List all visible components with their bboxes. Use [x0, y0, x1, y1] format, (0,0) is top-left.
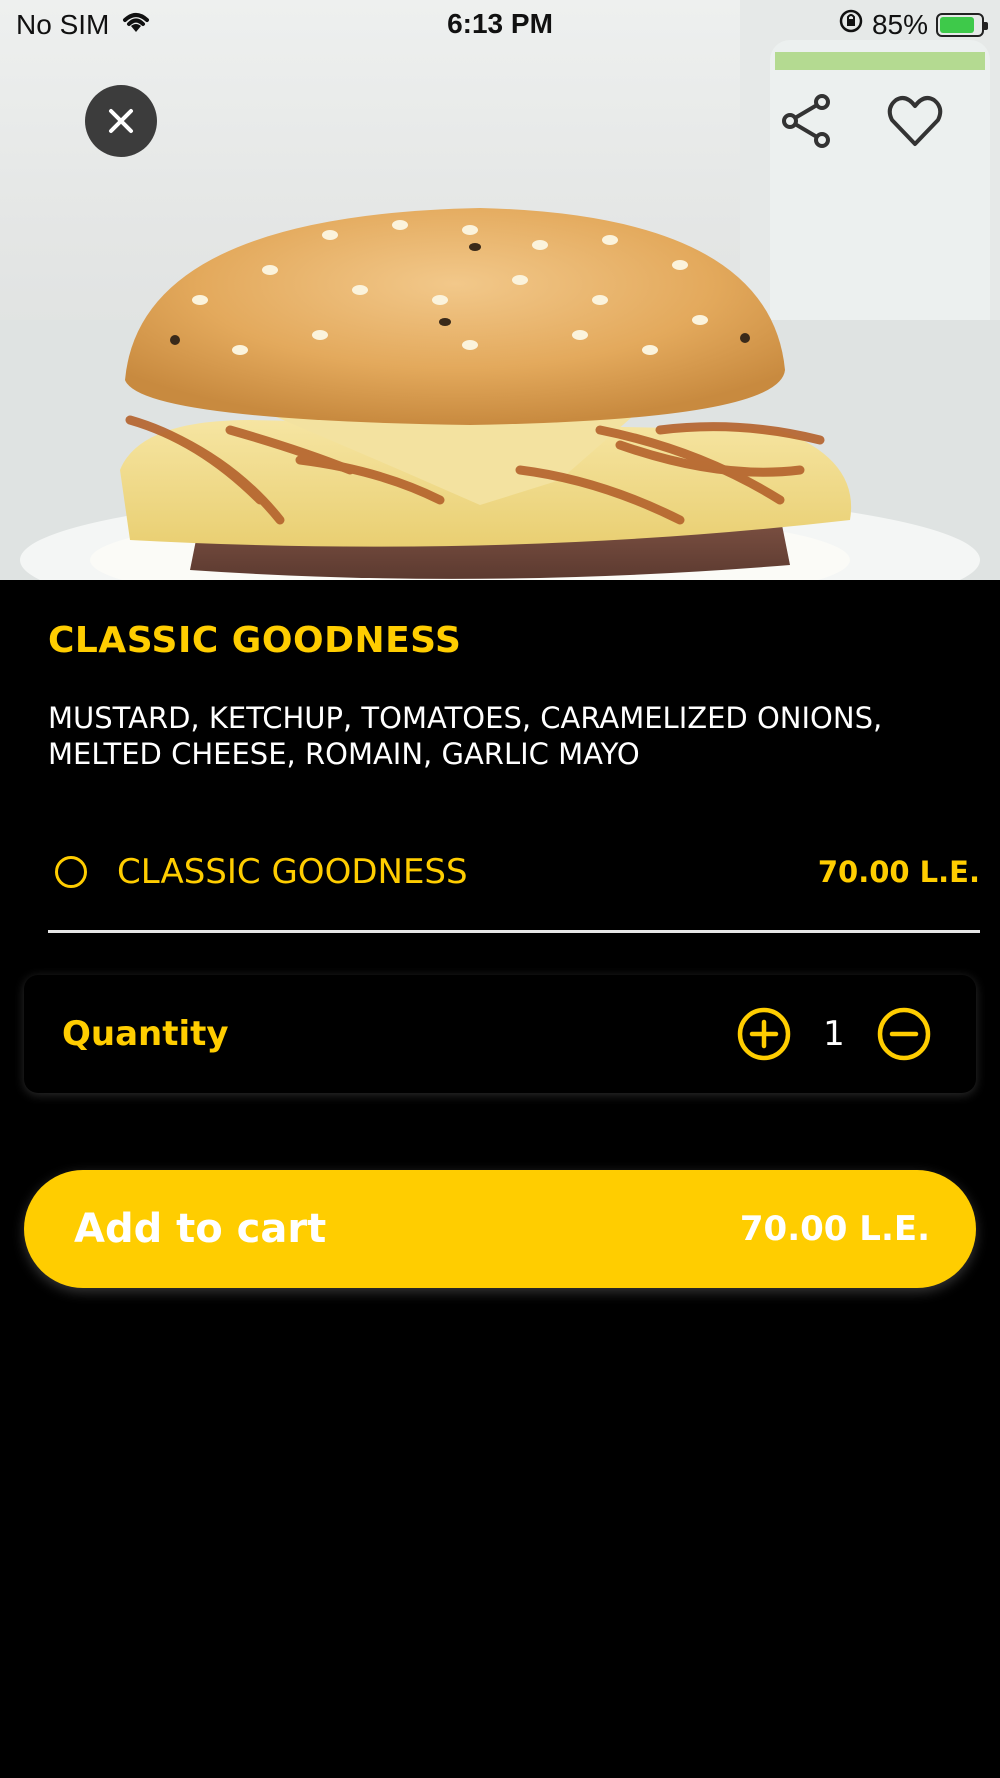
cart-total-price: 70.00 L.E.: [739, 1209, 930, 1249]
option-price: 70.00 L.E.: [817, 855, 980, 889]
battery-charging-icon: [936, 12, 988, 37]
heart-icon: [887, 96, 943, 146]
status-right: 85%: [838, 8, 988, 41]
product-image: [0, 0, 1000, 580]
option-radio[interactable]: [55, 856, 87, 888]
quantity-card: Quantity 1: [24, 975, 976, 1093]
decrease-quantity-button[interactable]: [876, 1006, 932, 1062]
battery-percent: 85%: [871, 8, 928, 40]
quantity-value: 1: [823, 1014, 845, 1054]
close-icon: [109, 109, 133, 133]
option-row[interactable]: CLASSIC GOODNESS 70.00 L.E.: [48, 842, 980, 902]
battery-level: [940, 16, 974, 33]
description-line-1: MUSTARD, KETCHUP, TOMATOES, CARAMELIZED …: [48, 701, 883, 735]
share-icon: [782, 94, 830, 148]
quantity-label: Quantity: [62, 1014, 229, 1054]
favorite-button[interactable]: [884, 90, 946, 152]
quantity-stepper: 1: [736, 1006, 932, 1062]
description-line-2: MELTED CHEESE, ROMAIN, GARLIC MAYO: [48, 737, 640, 771]
orientation-lock-icon: [838, 8, 864, 41]
product-title: CLASSIC GOODNESS: [48, 620, 462, 661]
add-to-cart-button[interactable]: Add to cart 70.00 L.E.: [24, 1170, 976, 1288]
divider: [48, 930, 980, 933]
add-to-cart-label: Add to cart: [74, 1206, 327, 1252]
status-bar: No SIM 6:13 PM 85%: [0, 0, 1000, 50]
increase-quantity-button[interactable]: [736, 1006, 792, 1062]
share-button[interactable]: [776, 90, 838, 152]
product-description: MUSTARD, KETCHUP, TOMATOES, CARAMELIZED …: [48, 700, 948, 772]
burger-illustration: [0, 0, 1000, 580]
option-label: CLASSIC GOODNESS: [117, 852, 468, 892]
close-button[interactable]: [85, 85, 157, 157]
